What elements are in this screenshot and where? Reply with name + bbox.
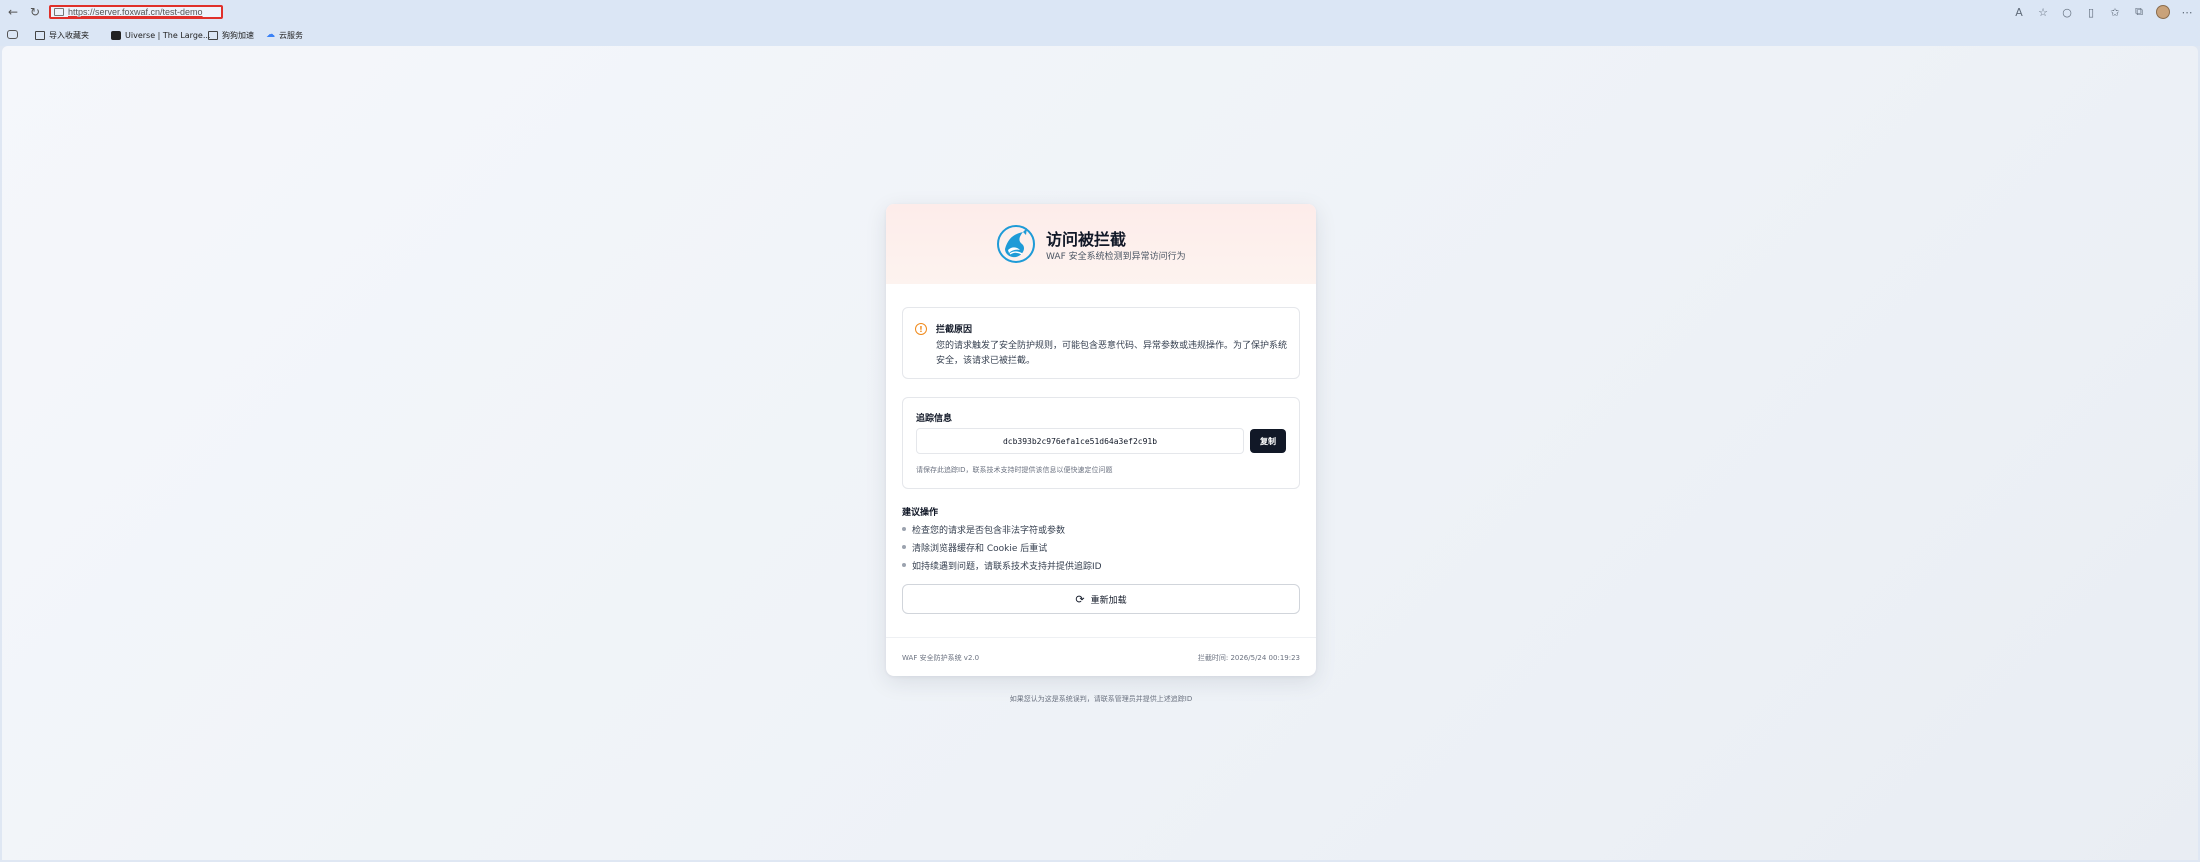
split-screen-icon[interactable]: ▯ [2082,4,2100,20]
page-title: 访问被拦截 [1046,230,1127,249]
block-card: 访问被拦截 WAF 安全系统检测到异常访问行为 ! 拦截原因 您的请求触发了安全… [886,204,1316,676]
bookmark-import[interactable]: 导入收藏夹 [35,29,89,41]
folder-icon [208,30,218,40]
bookmark-label: 导入收藏夹 [49,30,89,40]
suggestion-text: 清除浏览器缓存和 Cookie 后重试 [912,543,1048,554]
address-url[interactable]: https://server.foxwaf.cn/test-demo [68,7,203,17]
refresh-icon: ⟳ [1075,592,1085,606]
bookmarks-bar: 导入收藏夹 Uiverse | The Large... 狗狗加速 ☁ 云服务 [0,26,2200,44]
card-footer: WAF 安全防护系统 v2.0 拦截时间: 2026/5/24 00:19:23 [886,637,1316,676]
reload-page-icon[interactable]: ↻ [27,4,43,20]
page-footer-note: 如果您认为这是系统误判，请联系管理员并提供上述追踪ID [1009,695,1193,703]
trace-info-panel: 追踪信息 dcb393b2c976efa1ce51d64a3ef2c91b 复制… [902,397,1300,489]
folder-import-icon [35,30,45,40]
bookmark-goupgou[interactable]: 狗狗加速 [208,29,254,41]
bookmark-cloud[interactable]: ☁ 云服务 [266,29,303,41]
refresh-extension-icon[interactable]: ○ [2058,4,2076,20]
suggestions-title: 建议操作 [902,508,939,518]
toolbar-actions: A ☆ ○ ▯ ✩ ⧉ ⋯ [2010,4,2196,20]
block-reason-panel: ! 拦截原因 您的请求触发了安全防护规则，可能包含恶意代码、异常参数或违规操作。… [902,307,1300,379]
list-item: 检查您的请求是否包含非法字符或参数 [902,520,1102,538]
bookmark-uiverse[interactable]: Uiverse | The Large... [111,29,210,41]
bookmark-label: Uiverse | The Large... [125,30,211,40]
collections-icon[interactable]: ⧉ [2130,4,2148,20]
trace-id-field[interactable]: dcb393b2c976efa1ce51d64a3ef2c91b [916,428,1244,454]
favorite-star-icon[interactable]: ☆ [2034,4,2052,20]
warning-icon: ! [915,323,927,335]
list-item: 清除浏览器缓存和 Cookie 后重试 [902,538,1102,556]
block-timestamp: 拦截时间: 2026/5/24 00:19:23 [1197,654,1300,662]
back-icon[interactable]: ← [5,4,21,20]
cloud-icon: ☁ [266,30,275,40]
read-aloud-icon[interactable]: A [2010,4,2028,20]
more-menu-icon[interactable]: ⋯ [2178,4,2196,20]
reload-button-label: 重新加载 [1090,595,1127,606]
apps-icon[interactable] [7,30,18,39]
bookmark-label: 云服务 [279,30,303,40]
suggestion-text: 如持续遇到问题，请联系技术支持并提供追踪ID [912,561,1102,572]
fox-waf-logo-icon [997,225,1035,263]
bullet-icon [902,563,906,567]
list-item: 如持续遇到问题，请联系技术支持并提供追踪ID [902,556,1102,574]
suggestion-text: 检查您的请求是否包含非法字符或参数 [912,525,1066,536]
reason-title: 拦截原因 [936,325,973,335]
bookmark-label: 狗狗加速 [222,30,254,40]
favorites-icon[interactable]: ✩ [2106,4,2124,20]
copy-button[interactable]: 复制 [1250,429,1286,453]
page-subtitle: WAF 安全系统检测到异常访问行为 [1046,252,1186,262]
page-viewport: 访问被拦截 WAF 安全系统检测到异常访问行为 ! 拦截原因 您的请求触发了安全… [2,46,2198,860]
bullet-icon [902,527,906,531]
browser-toolbar: ← ↻ https://server.foxwaf.cn/test-demo A… [0,0,2200,24]
uiverse-icon [111,30,121,40]
profile-avatar[interactable] [2154,4,2172,20]
trace-title: 追踪信息 [916,414,953,424]
bullet-icon [902,545,906,549]
reload-button[interactable]: ⟳ 重新加载 [902,584,1300,614]
suggestions-list: 检查您的请求是否包含非法字符或参数 清除浏览器缓存和 Cookie 后重试 如持… [902,520,1102,574]
browser-chrome: ← ↻ https://server.foxwaf.cn/test-demo A… [0,0,2200,46]
reason-text: 您的请求触发了安全防护规则，可能包含恶意代码、异常参数或违规操作。为了保护系统安… [936,341,1288,366]
site-info-icon[interactable] [54,8,64,16]
system-version: WAF 安全防护系统 v2.0 [902,654,980,662]
card-header: 访问被拦截 WAF 安全系统检测到异常访问行为 [886,204,1316,284]
trace-hint: 请保存此追踪ID，联系技术支持时提供该信息以便快速定位问题 [916,466,1113,474]
address-bar[interactable]: https://server.foxwaf.cn/test-demo [49,5,223,19]
